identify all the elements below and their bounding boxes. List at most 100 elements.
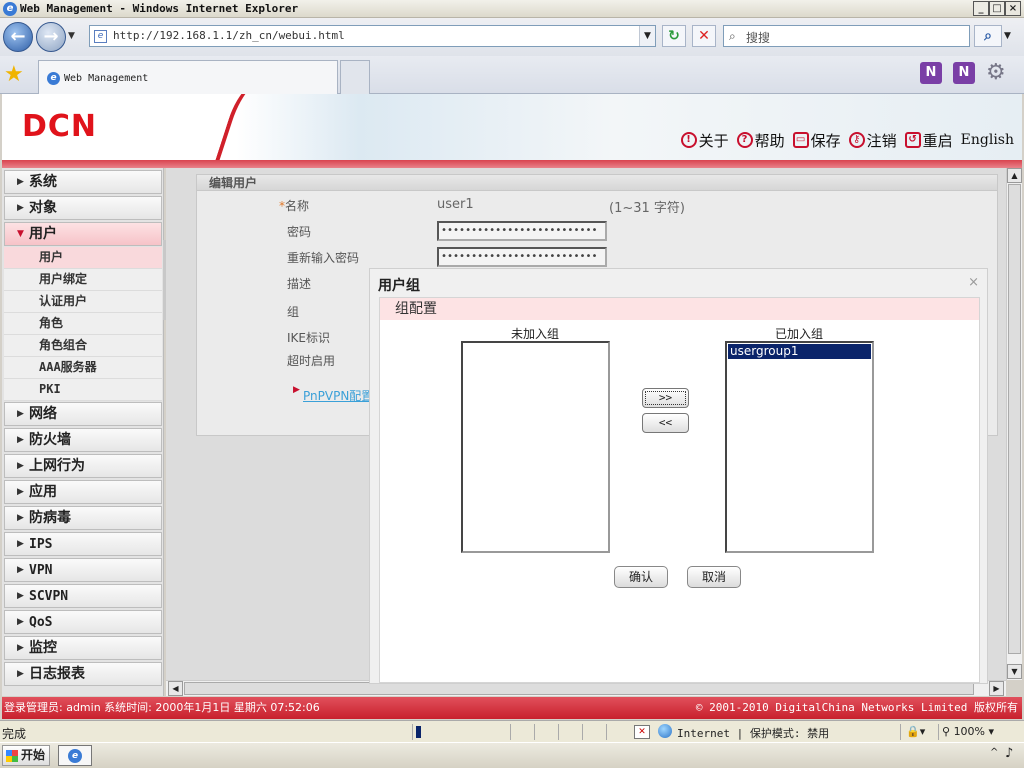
password-label: 密码 — [287, 225, 312, 239]
available-groups-list[interactable] — [461, 341, 610, 553]
close-button[interactable]: × — [1005, 1, 1021, 16]
menu-about-label: 关于 — [698, 131, 729, 150]
windows-taskbar: 开始 e ^ ♪ — [0, 742, 1024, 768]
cancel-button[interactable]: 取消 — [687, 566, 741, 588]
window-title: Web Management - Windows Internet Explor… — [20, 2, 299, 15]
onenote-icon[interactable]: N — [920, 62, 942, 84]
vertical-scrollbar[interactable]: ▲ ▼ — [1006, 168, 1022, 680]
chevron-right-icon: ▶ — [17, 177, 24, 187]
joined-groups-list[interactable]: usergroup1 — [725, 341, 874, 553]
sidebar-item-label: VPN — [29, 563, 53, 578]
sidebar-item-monitor[interactable]: ▶ 监控 — [4, 636, 162, 660]
favorites-star-icon[interactable]: ★ — [4, 62, 24, 87]
tab-web-management[interactable]: e Web Management — [38, 60, 338, 94]
sidebar-item-antivirus[interactable]: ▶ 防病毒 — [4, 506, 162, 530]
address-dropdown-icon[interactable]: ▼ — [639, 26, 655, 46]
chevron-right-icon: ▶ — [17, 435, 24, 445]
sidebar-item-qos[interactable]: ▶ QoS — [4, 610, 162, 634]
progress-indicator — [416, 726, 421, 738]
scroll-down-icon[interactable]: ▼ — [1007, 664, 1022, 679]
chevron-down-icon: ▼ — [17, 229, 24, 239]
name-hint: (1~31 字符) — [609, 201, 685, 216]
sidebar-item-internet-behavior[interactable]: ▶ 上网行为 — [4, 454, 162, 478]
sidebar-item-network[interactable]: ▶ 网络 — [4, 402, 162, 426]
zoom-level[interactable]: ⚲ 100% ▾ — [942, 725, 994, 738]
refresh-icon[interactable]: ↻ — [662, 25, 686, 47]
back-button[interactable]: ← — [3, 22, 33, 52]
sidebar-subitem-user[interactable]: 用户 — [4, 247, 162, 269]
scroll-left-icon[interactable]: ◀ — [168, 681, 183, 696]
protected-mode-lock-icon[interactable]: 🔒▾ — [906, 725, 925, 738]
zoom-value: 100% — [953, 725, 986, 738]
search-go-icon[interactable]: ⌕ — [974, 25, 1002, 47]
popup-blocked-icon[interactable]: ✕ — [634, 725, 650, 739]
sidebar-item-users[interactable]: ▼ 用户 — [4, 222, 162, 246]
sidebar-item-system[interactable]: ▶ 系统 — [4, 170, 162, 194]
address-bar[interactable]: e http://192.168.1.1/zh_cn/webui.html ▼ — [89, 25, 656, 47]
chevron-right-icon: ▶ — [17, 487, 24, 497]
sidebar-item-label: 上网行为 — [29, 458, 85, 474]
sidebar-item-firewall[interactable]: ▶ 防火墙 — [4, 428, 162, 452]
sidebar-item-label: 防病毒 — [29, 510, 71, 526]
sidebar-subitem-user-binding[interactable]: 用户绑定 — [4, 269, 162, 291]
sidebar-subitem-role-combo[interactable]: 角色组合 — [4, 335, 162, 357]
add-group-button[interactable]: >> — [642, 388, 689, 408]
dialog-close-icon[interactable]: × — [968, 275, 979, 290]
list-item[interactable]: usergroup1 — [728, 344, 871, 359]
new-tab-button[interactable] — [340, 60, 370, 94]
forward-button[interactable]: → — [36, 22, 66, 52]
maximize-button[interactable]: □ — [989, 1, 1005, 16]
vertical-scroll-thumb[interactable] — [1008, 184, 1021, 654]
start-button[interactable]: 开始 — [2, 745, 50, 766]
status-separator — [900, 724, 901, 740]
ike-id-label: IKE标识 — [287, 331, 330, 345]
sidebar-item-scvpn[interactable]: ▶ SCVPN — [4, 584, 162, 608]
login-info: 登录管理员: admin 系统时间: 2000年1月1日 星期六 07:52:0… — [4, 701, 320, 714]
taskbar-ie-button[interactable]: e — [58, 745, 92, 766]
sidebar-item-application[interactable]: ▶ 应用 — [4, 480, 162, 504]
menu-about[interactable]: ! 关于 — [680, 130, 729, 151]
stop-icon[interactable]: ✕ — [692, 25, 716, 47]
menu-reboot-label: 重启 — [922, 131, 953, 150]
status-separator — [534, 724, 535, 740]
sidebar-subitem-auth-user[interactable]: 认证用户 — [4, 291, 162, 313]
panel-header: 编辑用户 — [197, 175, 997, 191]
onenote-send-icon[interactable]: N — [953, 62, 975, 84]
address-url[interactable]: http://192.168.1.1/zh_cn/webui.html — [113, 29, 345, 42]
menu-reboot[interactable]: ↺ 重启 — [904, 130, 953, 151]
sidebar-item-vpn[interactable]: ▶ VPN — [4, 558, 162, 582]
recent-pages-dropdown-icon[interactable]: ▼ — [68, 31, 75, 41]
confirm-password-field[interactable]: •••••••••••••••••••••••••• — [437, 247, 607, 267]
menu-save[interactable]: ▭ 保存 — [792, 130, 841, 151]
sidebar-item-objects[interactable]: ▶ 对象 — [4, 196, 162, 220]
sidebar-item-label: 网络 — [29, 406, 57, 422]
search-input[interactable]: ⌕ 搜搜 — [723, 25, 970, 47]
tray-expand-icon[interactable]: ^ — [990, 747, 998, 758]
sidebar-subitem-aaa[interactable]: AAA服务器 — [4, 357, 162, 379]
scroll-up-icon[interactable]: ▲ — [1007, 168, 1022, 183]
sidebar-subitem-role[interactable]: 角色 — [4, 313, 162, 335]
scroll-right-icon[interactable]: ▶ — [989, 681, 1004, 696]
sidebar-subitem-pki[interactable]: PKI — [4, 379, 162, 401]
security-zone[interactable]: Internet | 保护模式: 禁用 — [677, 725, 829, 741]
sidebar-item-label: 对象 — [29, 200, 57, 216]
start-label: 开始 — [21, 748, 46, 762]
menu-language[interactable]: English — [961, 132, 1014, 148]
tools-gear-icon[interactable]: ⚙ — [986, 60, 1006, 85]
chevron-right-icon: ▶ — [17, 591, 24, 601]
minimize-button[interactable]: _ — [973, 1, 989, 16]
status-separator — [558, 724, 559, 740]
pnpvpn-link[interactable]: PnPVPN配置 — [303, 387, 373, 404]
volume-icon[interactable]: ♪ — [1005, 746, 1013, 761]
ok-button[interactable]: 确认 — [614, 566, 668, 588]
save-icon: ▭ — [792, 132, 809, 148]
sidebar-item-label: 日志报表 — [29, 666, 85, 682]
menu-help[interactable]: ? 帮助 — [736, 130, 785, 151]
password-field[interactable]: •••••••••••••••••••••••••• — [437, 221, 607, 241]
menu-logout[interactable]: ⚷ 注销 — [848, 130, 897, 151]
group-config-section: 组配置 — [380, 298, 979, 320]
sidebar-item-log-report[interactable]: ▶ 日志报表 — [4, 662, 162, 686]
search-options-dropdown-icon[interactable]: ▼ — [1004, 31, 1011, 41]
remove-group-button[interactable]: << — [642, 413, 689, 433]
sidebar-item-ips[interactable]: ▶ IPS — [4, 532, 162, 556]
